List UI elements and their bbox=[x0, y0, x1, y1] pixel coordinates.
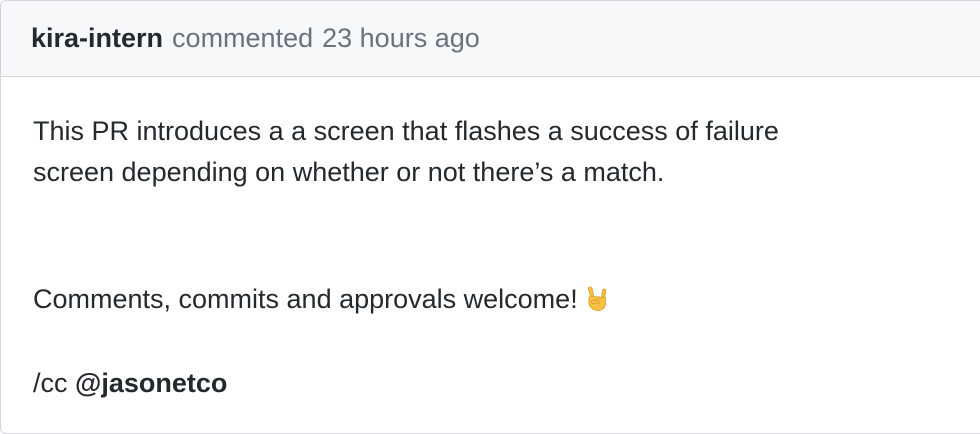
comment-timestamp[interactable]: 23 hours ago bbox=[322, 23, 480, 53]
comment-paragraph-welcome: Comments, commits and approvals welcome! bbox=[33, 279, 610, 320]
description-line-2: screen depending on whether or not there… bbox=[33, 157, 665, 187]
welcome-text: Comments, commits and approvals welcome! bbox=[33, 284, 578, 314]
comment-meta: commented 23 hours ago bbox=[172, 25, 480, 52]
description-line-1: This PR introduces a a screen that flash… bbox=[33, 116, 779, 146]
comment-box: kira-intern commented 23 hours ago This P… bbox=[0, 0, 980, 434]
cc-prefix: /cc bbox=[33, 368, 68, 398]
author-link[interactable]: kira-intern bbox=[31, 25, 163, 52]
user-mention-link[interactable]: @jasonetco bbox=[75, 368, 227, 398]
comment-header: kira-intern commented 23 hours ago bbox=[1, 1, 980, 77]
comment-action: commented bbox=[172, 23, 314, 53]
sign-of-the-horns-emoji-icon bbox=[584, 283, 610, 311]
comment-paragraph-cc: /cc @jasonetco bbox=[33, 363, 227, 404]
